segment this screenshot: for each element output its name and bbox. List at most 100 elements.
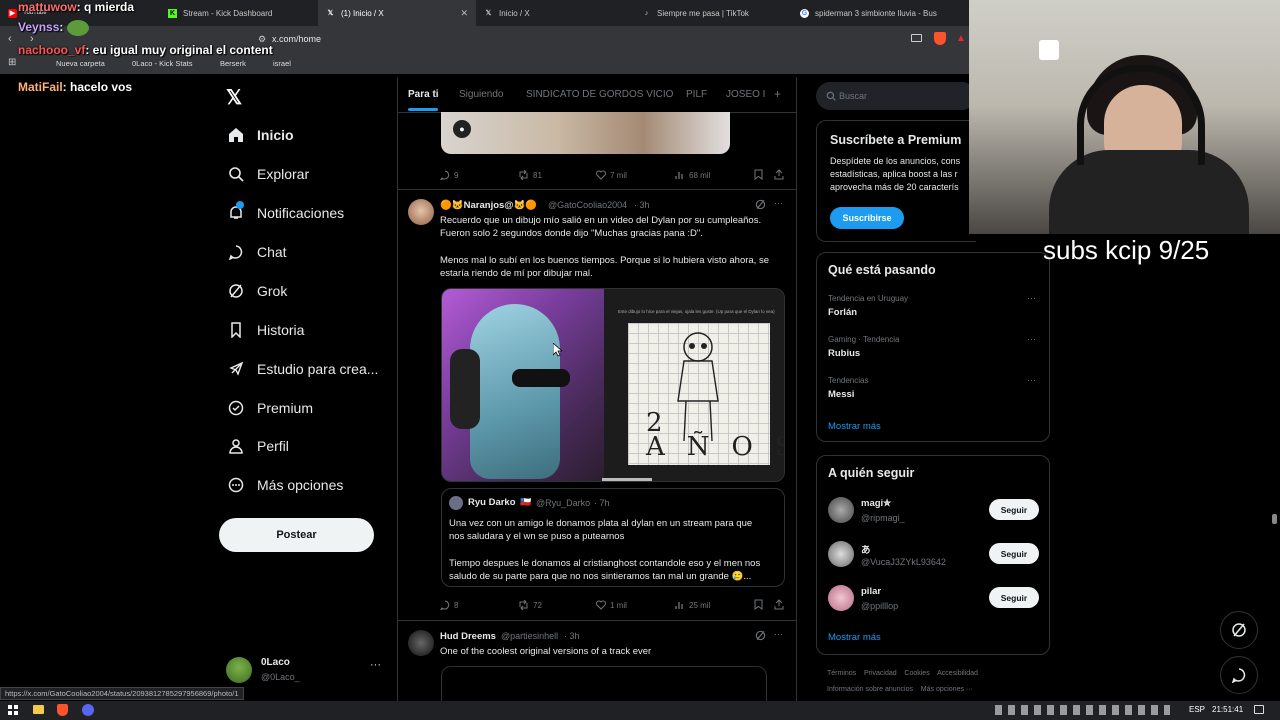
- bookmark-action-icon[interactable]: [754, 599, 763, 610]
- footer-links[interactable]: Información sobre anuncios Más opciones …: [827, 686, 973, 693]
- file-explorer-icon[interactable]: [33, 705, 44, 714]
- x-logo-icon[interactable]: 𝕏: [226, 85, 242, 110]
- nav-estudio-creadores[interactable]: Estudio para crea...: [227, 360, 378, 378]
- video-progress: [602, 478, 652, 481]
- person-tag-icon: ●: [453, 120, 471, 138]
- reply-action[interactable]: 9: [440, 170, 458, 180]
- post-hud-dreems[interactable]: Hud Dreems @partiesinhell · 3h ··· One o…: [398, 621, 796, 706]
- post-media[interactable]: Este dibujo lo hice para el viejas, ojal…: [441, 288, 785, 482]
- nav-perfil[interactable]: Perfil: [227, 437, 289, 455]
- tray-icons[interactable]: [995, 705, 1170, 715]
- who-to-follow-title: A quién seguir: [828, 466, 915, 480]
- cast-icon[interactable]: [911, 34, 922, 42]
- repost-action[interactable]: 81: [518, 170, 542, 180]
- follow-button[interactable]: Seguir: [989, 499, 1039, 520]
- post-text-line: One of the coolest original versions of …: [440, 646, 652, 657]
- nav-explorar[interactable]: Explorar: [227, 165, 309, 183]
- account-switcher[interactable]: 0Laco @0Laco_ ···: [226, 655, 386, 687]
- like-action[interactable]: 1 mil: [596, 600, 627, 610]
- trend-item[interactable]: Gaming · Tendencia Rubius ···: [828, 334, 1042, 364]
- views-action[interactable]: 68 mil: [675, 170, 710, 180]
- trend-name: Messi: [828, 389, 855, 400]
- bookmark-israel[interactable]: israel: [273, 59, 291, 68]
- nav-chat[interactable]: Chat: [227, 243, 287, 261]
- tab-para-ti[interactable]: Para ti: [408, 89, 439, 100]
- more-icon[interactable]: ···: [774, 198, 783, 208]
- grok-floating-button[interactable]: [1220, 611, 1258, 649]
- bookmark-berserk[interactable]: Berserk: [220, 59, 246, 68]
- notification-icon[interactable]: [1254, 705, 1264, 714]
- nav-mas-opciones[interactable]: Más opciones: [227, 476, 343, 494]
- nav-premium[interactable]: Premium: [227, 399, 313, 417]
- search-input[interactable]: Buscar: [816, 82, 976, 110]
- trends-title: Qué está pasando: [828, 263, 936, 277]
- apps-grid-icon[interactable]: ⊞: [8, 57, 16, 68]
- footer-links[interactable]: Términos Privacidad Cookies Accesibilida…: [827, 670, 978, 677]
- nav-inicio[interactable]: Inicio: [227, 126, 294, 144]
- windows-start-icon[interactable]: [8, 705, 18, 715]
- like-action[interactable]: 7 mil: [596, 170, 627, 180]
- drawing-text: 2 AÑOS: [646, 408, 784, 462]
- more-icon[interactable]: ···: [1027, 293, 1036, 303]
- tab-google-search[interactable]: Gspiderman 3 simbionte lluvia - Bus: [792, 0, 950, 26]
- clock[interactable]: 21:51:41: [1212, 705, 1243, 714]
- tab-pilf[interactable]: PILF: [686, 89, 707, 100]
- brave-shield-icon[interactable]: [934, 32, 946, 45]
- more-icon[interactable]: ···: [370, 659, 381, 671]
- hooded-figure: [470, 304, 560, 479]
- messages-floating-button[interactable]: [1220, 656, 1258, 694]
- nav-grok[interactable]: Grok: [227, 282, 287, 300]
- scrollbar-thumb[interactable]: [1272, 514, 1277, 524]
- back-icon[interactable]: ‹: [8, 33, 12, 45]
- follow-button[interactable]: Seguir: [989, 543, 1039, 564]
- avatar: [408, 630, 434, 656]
- post-naranjos[interactable]: 🟠🐱Naranjos@🐱🟠 @GatoCooliao2004 · 3h ··· …: [398, 190, 796, 620]
- tab-sindicato[interactable]: SINDICATO DE GORDOS VICIO: [526, 89, 673, 100]
- add-tab-icon[interactable]: +: [774, 87, 781, 101]
- post-media[interactable]: [441, 666, 767, 706]
- subscribe-button[interactable]: Suscribirse: [830, 207, 904, 229]
- brave-rewards-icon[interactable]: ▲: [956, 33, 966, 44]
- tab-inicio-x[interactable]: 𝕏 Inicio / X: [476, 0, 634, 26]
- show-more-link[interactable]: Mostrar más: [828, 421, 881, 432]
- follow-button[interactable]: Seguir: [989, 587, 1039, 608]
- quoted-post[interactable]: Ryu Darko 🇨🇱 @Ryu_Darko · 7h Una vez con…: [441, 488, 785, 587]
- tab-joseo[interactable]: JOSEO I: [726, 89, 765, 100]
- trend-item[interactable]: Tendencia en Uruguay Forlán ···: [828, 293, 1042, 323]
- more-circle-icon: [227, 476, 245, 494]
- views-action[interactable]: 25 mil: [675, 600, 710, 610]
- show-more-link[interactable]: Mostrar más: [828, 632, 881, 643]
- tab-kick-dashboard[interactable]: K Stream - Kick Dashboard: [160, 0, 318, 26]
- follow-suggestion[interactable]: magi✮ @ripmagi_ Seguir: [828, 496, 1042, 526]
- more-icon[interactable]: ···: [1027, 375, 1036, 385]
- tab-inicio-x-active[interactable]: 𝕏 (1) Inicio / X ✕: [318, 0, 476, 26]
- more-icon[interactable]: ···: [1027, 334, 1036, 344]
- tab-tiktok[interactable]: ♪ Siempre me pasa | TikTok: [634, 0, 792, 26]
- nav-notificaciones[interactable]: Notificaciones: [227, 201, 344, 222]
- reply-action[interactable]: 8: [440, 600, 458, 610]
- discord-icon[interactable]: [82, 704, 94, 716]
- repost-action[interactable]: 72: [518, 600, 542, 610]
- tab-siguiendo[interactable]: Siguiendo: [459, 89, 503, 100]
- premium-card: Suscríbete a Premium Despídete de los an…: [816, 120, 976, 242]
- more-icon[interactable]: ···: [774, 629, 783, 639]
- bookmark-nueva-carpeta[interactable]: Nueva carpeta: [56, 59, 105, 68]
- close-tab-icon[interactable]: ✕: [460, 8, 468, 19]
- share-icon[interactable]: [774, 599, 784, 610]
- drawing-caption: Este dibujo lo hice para el viejas, ojal…: [618, 309, 775, 314]
- nav-historia[interactable]: Historia: [227, 321, 304, 339]
- grok-icon[interactable]: [755, 630, 766, 641]
- language-indicator[interactable]: ESP: [1189, 705, 1205, 714]
- share-icon[interactable]: [774, 169, 784, 180]
- bookmark-kick-stats[interactable]: 0Laco - Kick Stats: [132, 59, 192, 68]
- bookmark-action-icon[interactable]: [754, 169, 763, 180]
- post-button[interactable]: Postear: [219, 518, 374, 552]
- brave-browser-icon[interactable]: [57, 704, 68, 716]
- previous-post-image[interactable]: ●: [441, 112, 730, 154]
- follow-suggestion[interactable]: あ @VucaJ3ZYkL93642 Seguir: [828, 540, 1042, 570]
- grok-icon[interactable]: [755, 199, 766, 210]
- trend-item[interactable]: Tendencias Messi ···: [828, 375, 1042, 405]
- drawing-screenshot: Este dibujo lo hice para el viejas, ojal…: [604, 289, 784, 481]
- follow-suggestion[interactable]: pilar @ppilllop Seguir: [828, 584, 1042, 614]
- search-placeholder: Buscar: [839, 91, 868, 101]
